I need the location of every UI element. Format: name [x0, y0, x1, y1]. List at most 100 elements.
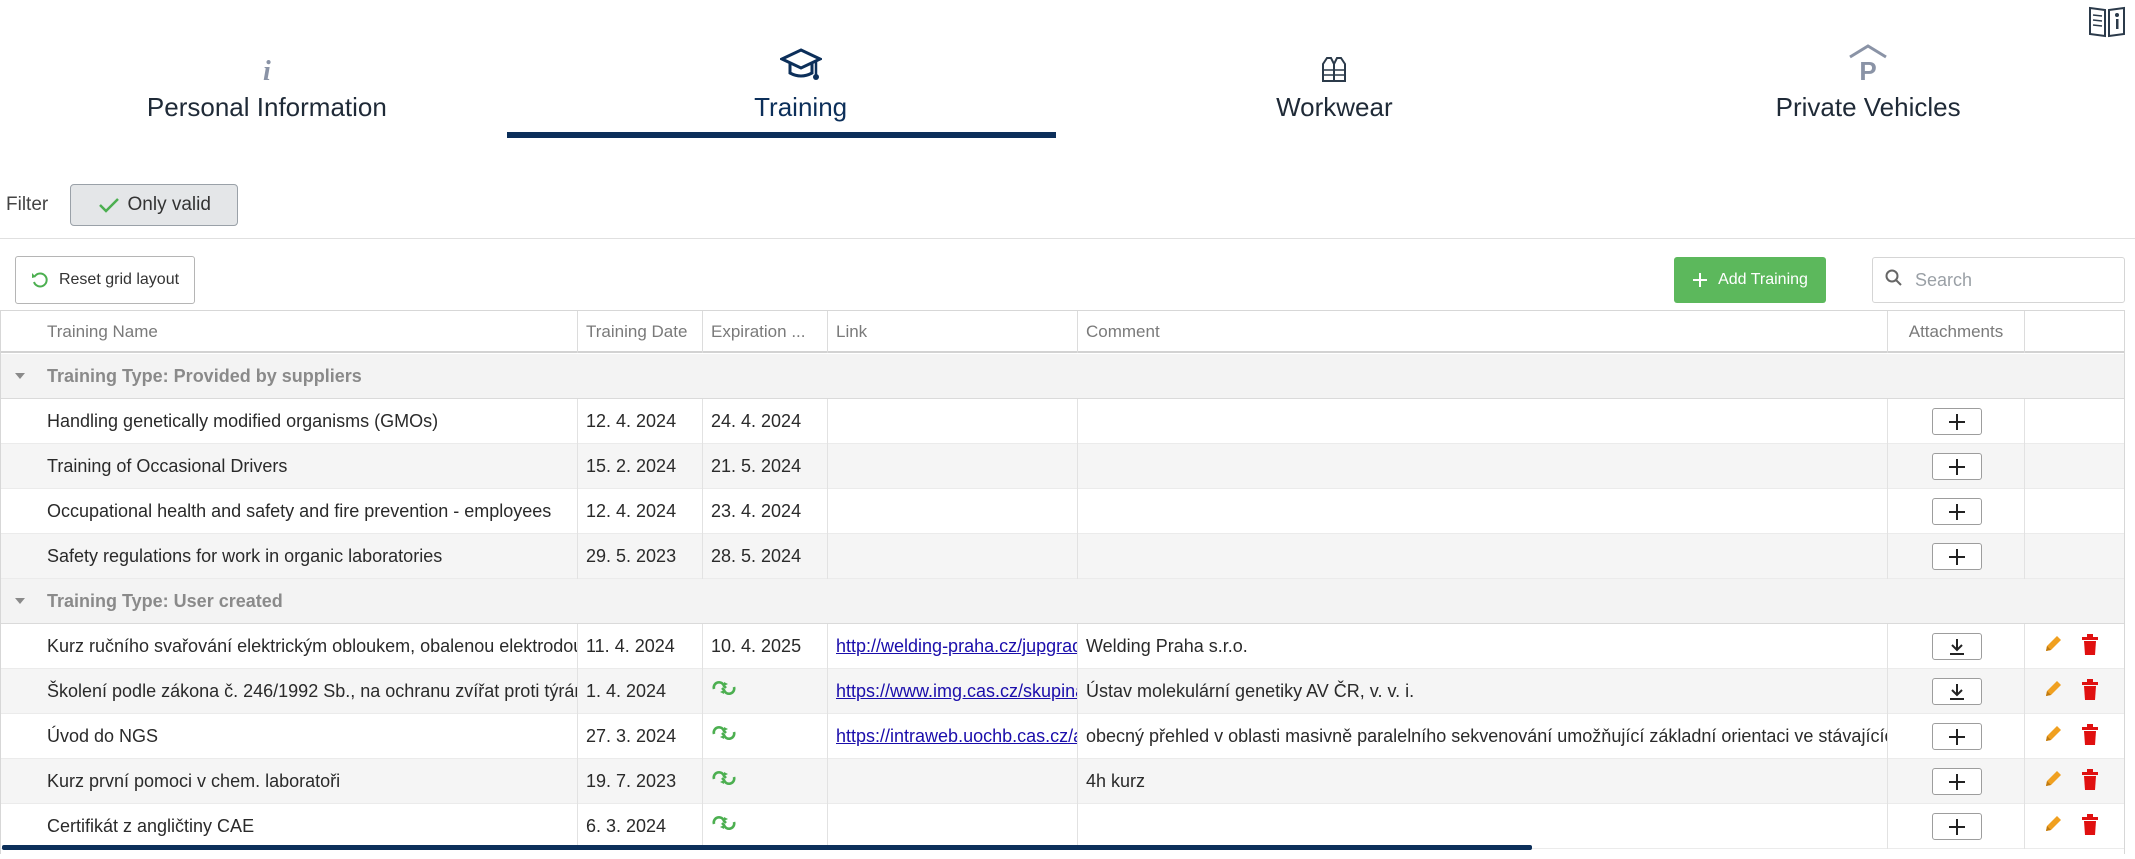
manual-book-icon[interactable] [2087, 2, 2127, 40]
download-attachment-button[interactable] [1932, 633, 1982, 660]
training-link[interactable]: https://www.img.cas.cz/skupina [836, 681, 1077, 701]
search-icon [1885, 269, 1903, 292]
group-row[interactable]: Training Type: User created [1, 579, 2124, 624]
parking-icon: P [1847, 43, 1889, 88]
tab-training[interactable]: Training [534, 40, 1068, 140]
column-header-comment[interactable]: Comment [1078, 311, 1888, 353]
cell-attachments [1888, 714, 2025, 759]
collapse-caret-icon[interactable] [15, 373, 25, 379]
column-header-training-name[interactable]: Training Name [1, 311, 578, 353]
cell-attachments [1888, 624, 2025, 669]
tab-workwear[interactable]: Workwear [1068, 40, 1602, 140]
column-header-expiration[interactable]: Expiration ... [703, 311, 828, 353]
tab-label: Workwear [1276, 92, 1393, 122]
add-attachment-button[interactable] [1932, 498, 1982, 525]
cell-comment [1078, 489, 1888, 534]
edit-pencil-icon[interactable] [2043, 679, 2063, 704]
cell-training-date: 6. 3. 2024 [578, 804, 703, 849]
table-row[interactable]: Úvod do NGS 27. 3. 2024 https://intraweb.u… [1, 714, 2124, 759]
renewal-icon [711, 771, 737, 791]
grid-header: Training Name Training Date Expiration .… [1, 311, 2124, 353]
delete-trash-icon[interactable] [2081, 679, 2099, 706]
edit-pencil-icon[interactable] [2043, 814, 2063, 839]
group-label: Training Type: User created [47, 591, 283, 611]
edit-pencil-icon[interactable] [2043, 634, 2063, 659]
add-attachment-button[interactable] [1932, 408, 1982, 435]
column-header-training-date[interactable]: Training Date [578, 311, 703, 353]
group-label: Training Type: Provided by suppliers [47, 366, 362, 386]
search-box[interactable] [1872, 257, 2125, 303]
download-attachment-button[interactable] [1932, 678, 1982, 705]
filter-label: Filter [6, 194, 49, 215]
delete-trash-icon[interactable] [2081, 724, 2099, 751]
plus-icon [1948, 548, 1966, 566]
edit-pencil-icon[interactable] [2043, 724, 2063, 749]
table-row[interactable]: Kurz první pomoci v chem. laboratoři 19. … [1, 759, 2124, 804]
collapse-caret-icon[interactable] [15, 598, 25, 604]
reset-grid-layout-button[interactable]: Reset grid layout [15, 256, 195, 304]
divider [0, 238, 2135, 239]
cell-attachments [1888, 489, 2025, 534]
group-row[interactable]: Training Type: Provided by suppliers [1, 354, 2124, 399]
tab-private-vehicles[interactable]: P Private Vehicles [1601, 40, 2135, 140]
plus-icon [1692, 272, 1708, 288]
edit-pencil-icon[interactable] [2043, 769, 2063, 794]
cell-comment: 4h kurz [1078, 759, 1888, 804]
table-row[interactable]: Certifikát z angličtiny CAE 6. 3. 2024 [1, 804, 2124, 849]
reset-label: Reset grid layout [58, 271, 180, 288]
table-row[interactable]: Handling genetically modified organisms … [1, 399, 2124, 444]
cell-actions [2025, 399, 2124, 444]
cell-comment: Welding Praha s.r.o. [1078, 624, 1888, 669]
training-grid: Training Name Training Date Expiration .… [0, 310, 2125, 854]
cell-training-name: Safety regulations for work in organic l… [1, 534, 578, 579]
info-icon: i [262, 56, 271, 87]
training-link[interactable]: http://welding-praha.cz/jupgrad [836, 636, 1077, 656]
cell-training-name: Kurz první pomoci v chem. laboratoři [1, 759, 578, 804]
cell-training-name: Úvod do NGS [1, 714, 578, 759]
cell-attachments [1888, 804, 2025, 849]
only-valid-toggle[interactable]: Only valid [70, 184, 239, 226]
cell-training-date: 15. 2. 2024 [578, 444, 703, 489]
cell-actions [2025, 759, 2124, 804]
cell-actions [2025, 534, 2124, 579]
graduation-cap-icon [778, 47, 824, 88]
plus-icon [1948, 728, 1966, 746]
add-attachment-button[interactable] [1932, 768, 1982, 795]
cell-comment [1078, 534, 1888, 579]
table-row[interactable]: Training of Occasional Drivers 15. 2. 202… [1, 444, 2124, 489]
cell-actions [2025, 624, 2124, 669]
cell-link: https://intraweb.uochb.cas.cz/a [828, 714, 1078, 759]
cell-expiration [703, 714, 828, 759]
delete-trash-icon[interactable] [2081, 814, 2099, 841]
delete-trash-icon[interactable] [2081, 634, 2099, 661]
cell-comment: obecný přehled v oblasti masivně paralel… [1078, 714, 1888, 759]
column-header-attachments[interactable]: Attachments [1888, 311, 2025, 353]
column-header-link[interactable]: Link [828, 311, 1078, 353]
search-input[interactable] [1915, 269, 2105, 291]
cell-actions [2025, 489, 2124, 534]
training-link[interactable]: https://intraweb.uochb.cas.cz/a [836, 726, 1077, 746]
cell-training-name: Training of Occasional Drivers [1, 444, 578, 489]
column-header-actions [2025, 311, 2124, 353]
renewal-icon [711, 681, 737, 701]
download-icon [1948, 638, 1966, 656]
cell-training-date: 12. 4. 2024 [578, 399, 703, 444]
cell-training-date: 27. 3. 2024 [578, 714, 703, 759]
cell-actions [2025, 714, 2124, 759]
add-attachment-button[interactable] [1932, 723, 1982, 750]
download-icon [1948, 683, 1966, 701]
table-row[interactable]: Kurz ručního svařování elektrickým oblou… [1, 624, 2124, 669]
table-row[interactable]: Safety regulations for work in organic l… [1, 534, 2124, 579]
tab-personal-information[interactable]: i Personal Information [0, 40, 534, 140]
cell-actions [2025, 444, 2124, 489]
add-attachment-button[interactable] [1932, 813, 1982, 840]
add-attachment-button[interactable] [1932, 543, 1982, 570]
horizontal-scrollbar[interactable] [2, 845, 1532, 850]
table-row[interactable]: Occupational health and safety and fire … [1, 489, 2124, 534]
add-training-button[interactable]: Add Training [1674, 257, 1826, 303]
table-row[interactable]: Školení podle zákona č. 246/1992 Sb., na… [1, 669, 2124, 714]
delete-trash-icon[interactable] [2081, 769, 2099, 796]
cell-training-date: 12. 4. 2024 [578, 489, 703, 534]
cell-expiration [703, 804, 828, 849]
add-attachment-button[interactable] [1932, 453, 1982, 480]
